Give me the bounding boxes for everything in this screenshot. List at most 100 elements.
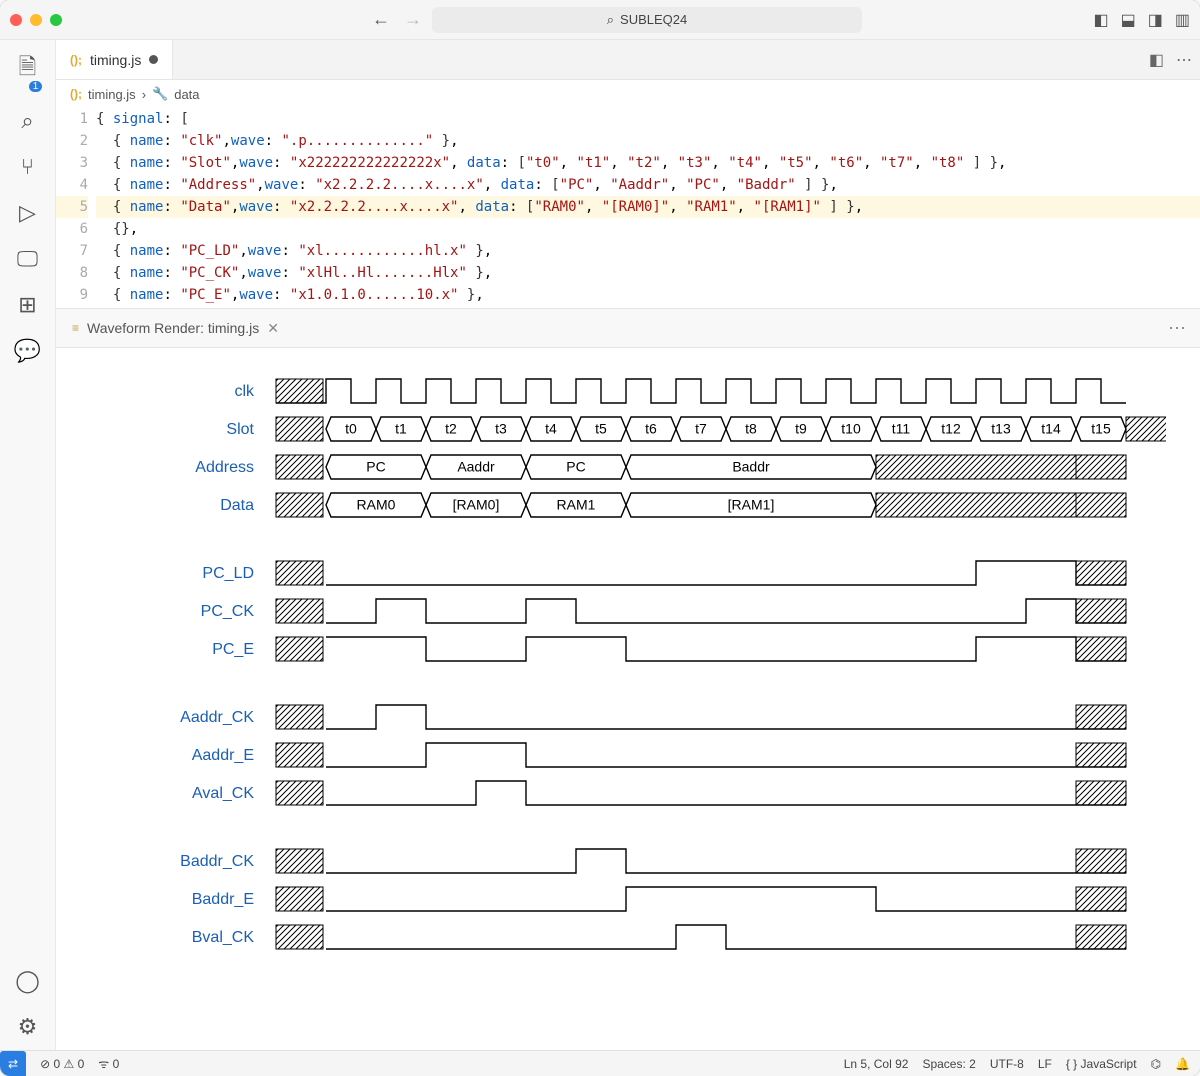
minimize-window[interactable]	[30, 14, 42, 26]
wave-label: Aaddr_CK	[56, 709, 266, 727]
wave-label: Aval_CK	[56, 785, 266, 803]
more-actions-icon[interactable]: ⋯	[1168, 318, 1194, 339]
js-file-icon: ();	[70, 87, 82, 101]
wave-row-baddr-e: Baddr_E	[56, 881, 1180, 919]
svg-text:t6: t6	[645, 421, 657, 437]
language-mode[interactable]: { } JavaScript	[1066, 1057, 1137, 1071]
wrench-icon: 🔧	[152, 86, 168, 102]
breadcrumb-symbol: data	[174, 87, 199, 102]
wave-row-baddr-ck: Baddr_CK	[56, 843, 1180, 881]
wave-label: clk	[56, 383, 266, 401]
wave-row-bval-ck: Bval_CK	[56, 919, 1180, 957]
zoom-window[interactable]	[50, 14, 62, 26]
wave-label: Data	[56, 497, 266, 515]
extensions-icon[interactable]: ⊞	[18, 292, 36, 318]
svg-text:t10: t10	[841, 421, 861, 437]
svg-text:t1: t1	[395, 421, 407, 437]
wave-label: Address	[56, 459, 266, 477]
svg-text:t9: t9	[795, 421, 807, 437]
search-sidebar-icon[interactable]: ⌕	[21, 108, 33, 134]
svg-text:t4: t4	[545, 421, 557, 437]
eol-status[interactable]: LF	[1038, 1057, 1052, 1071]
wave-label: PC_E	[56, 641, 266, 659]
encoding-status[interactable]: UTF-8	[990, 1057, 1024, 1071]
wave-label: Aaddr_E	[56, 747, 266, 765]
wave-row-aaddr-e: Aaddr_E	[56, 737, 1180, 775]
svg-text:t13: t13	[991, 421, 1011, 437]
ports-status[interactable]: ᯤ 0	[98, 1055, 119, 1072]
code-editor[interactable]: 123456789 { signal: [ { name: "clk",wave…	[56, 108, 1200, 308]
svg-text:t11: t11	[892, 421, 911, 437]
titlebar: ← → ⌕ SUBLEQ24 ◧ ⬓ ◨ ▥	[0, 0, 1200, 40]
wave-label: PC_LD	[56, 565, 266, 583]
wave-label: Baddr_E	[56, 891, 266, 909]
layout-panel-icon[interactable]: ⬓	[1121, 10, 1136, 30]
svg-text:t14: t14	[1041, 421, 1061, 437]
nav-back-icon[interactable]: ←	[372, 9, 390, 30]
split-editor-icon[interactable]: ◧	[1149, 50, 1164, 70]
search-icon: ⌕	[607, 12, 614, 28]
accounts-icon[interactable]: ◯	[15, 968, 40, 994]
source-control-icon[interactable]: ⑂	[21, 154, 34, 180]
wave-row-clk: clk	[56, 373, 1180, 411]
wave-row-data: Data RAM0 [RAM0] RAM1 [RAM1]	[56, 487, 1180, 525]
breadcrumb[interactable]: (); timing.js › 🔧 data	[56, 80, 1200, 108]
command-center[interactable]: ⌕ SUBLEQ24	[432, 7, 862, 33]
chat-icon[interactable]: 💬	[14, 338, 41, 364]
svg-text:PC: PC	[566, 459, 585, 475]
layout-primary-sidebar-icon[interactable]: ◧	[1094, 10, 1109, 30]
tab-label: timing.js	[90, 52, 141, 68]
activity-bar: 🗎 ⌕ ⑂ ▷ 🖵 ⊞ 💬 ◯ ⚙	[0, 40, 56, 1050]
svg-text:[RAM0]: [RAM0]	[453, 497, 500, 513]
close-window[interactable]	[10, 14, 22, 26]
preview-icon: ≡	[72, 321, 79, 335]
svg-text:t15: t15	[1091, 421, 1111, 437]
wave-label: Slot	[56, 421, 266, 439]
svg-text:Aaddr: Aaddr	[457, 459, 495, 475]
run-debug-icon[interactable]: ▷	[19, 200, 36, 226]
waveform-viewer[interactable]: clkSlott0t1t2t3t4t5t6t7t8t9t10t11t12t13t…	[56, 348, 1200, 1050]
wave-row-pc-ck: PC_CK	[56, 593, 1180, 631]
svg-text:RAM1: RAM1	[557, 497, 596, 513]
status-bar: ⇄ ⊘ 0 ⚠ 0 ᯤ 0 Ln 5, Col 92 Spaces: 2 UTF…	[0, 1050, 1200, 1076]
wave-label: Bval_CK	[56, 929, 266, 947]
layout-secondary-sidebar-icon[interactable]: ◨	[1148, 10, 1163, 30]
close-tab-icon[interactable]: ✕	[267, 320, 279, 337]
cursor-position[interactable]: Ln 5, Col 92	[844, 1057, 909, 1071]
svg-text:t0: t0	[345, 421, 357, 437]
tab-waveform-render[interactable]: ≡ Waveform Render: timing.js ✕	[62, 320, 289, 337]
wave-row-address: Address PC Aaddr PC Baddr	[56, 449, 1180, 487]
wave-row-pc-ld: PC_LD	[56, 555, 1180, 593]
copilot-icon[interactable]: ⌬	[1151, 1057, 1161, 1071]
svg-text:RAM0: RAM0	[357, 497, 396, 513]
problems-status[interactable]: ⊘ 0 ⚠ 0	[40, 1057, 84, 1071]
wave-row-aval-ck: Aval_CK	[56, 775, 1180, 813]
wave-label: PC_CK	[56, 603, 266, 621]
svg-text:t2: t2	[445, 421, 457, 437]
settings-gear-icon[interactable]: ⚙	[18, 1014, 38, 1040]
svg-text:[RAM1]: [RAM1]	[728, 497, 775, 513]
dirty-indicator	[149, 55, 158, 64]
notifications-icon[interactable]: 🔔	[1175, 1057, 1190, 1071]
pane2-title: Waveform Render: timing.js	[87, 320, 259, 336]
svg-text:Baddr: Baddr	[732, 459, 770, 475]
tab-timing-js[interactable]: (); timing.js	[56, 40, 173, 79]
wave-row-aaddr-ck: Aaddr_CK	[56, 699, 1180, 737]
svg-text:PC: PC	[366, 459, 385, 475]
waveform-pane-tabs: ≡ Waveform Render: timing.js ✕ ⋯	[56, 308, 1200, 348]
editor-tabs: (); timing.js ◧ ⋯	[56, 40, 1200, 80]
indent-status[interactable]: Spaces: 2	[922, 1057, 975, 1071]
breadcrumb-file: timing.js	[88, 87, 136, 102]
customize-layout-icon[interactable]: ▥	[1175, 10, 1190, 30]
wave-row-pc-e: PC_E	[56, 631, 1180, 669]
explorer-icon[interactable]: 🗎	[19, 50, 37, 88]
svg-text:t7: t7	[695, 421, 707, 437]
svg-text:t3: t3	[495, 421, 507, 437]
more-actions-icon[interactable]: ⋯	[1176, 50, 1192, 70]
svg-text:t8: t8	[745, 421, 757, 437]
remote-explorer-icon[interactable]: 🖵	[17, 246, 38, 272]
search-title: SUBLEQ24	[620, 12, 687, 27]
window-controls	[10, 14, 62, 26]
remote-indicator[interactable]: ⇄	[0, 1051, 26, 1076]
nav-forward-icon[interactable]: →	[404, 9, 422, 30]
